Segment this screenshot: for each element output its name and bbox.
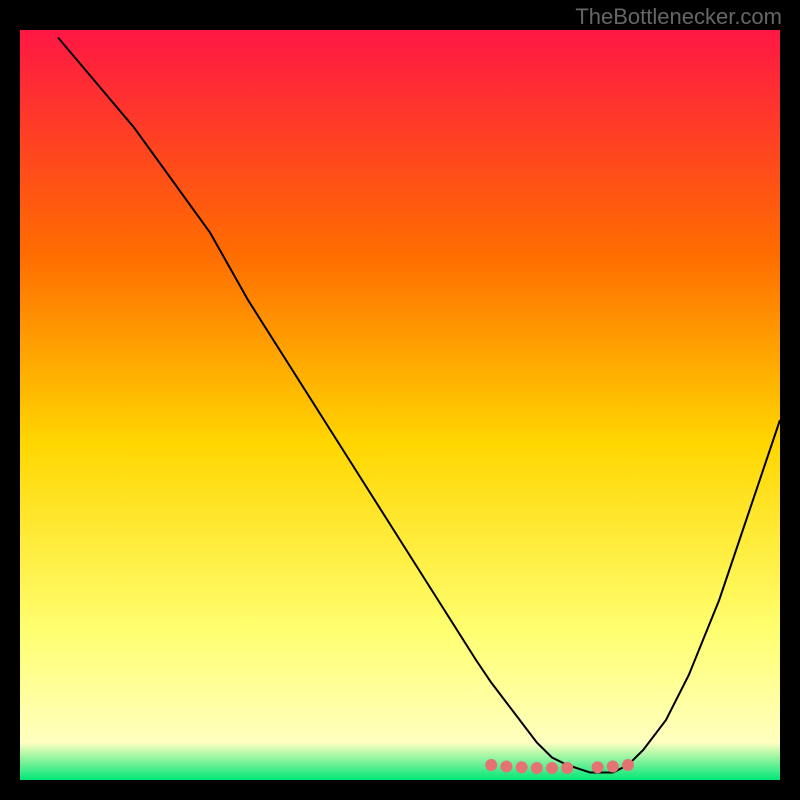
chart-background: [20, 30, 780, 780]
marker-dot: [546, 762, 558, 774]
marker-dot: [500, 761, 512, 773]
marker-dot: [485, 759, 497, 771]
marker-dot: [607, 761, 619, 773]
marker-dot: [531, 762, 543, 774]
marker-dot: [516, 761, 528, 773]
watermark-text: TheBottlenecker.com: [575, 4, 782, 30]
marker-dot: [622, 759, 634, 771]
marker-dot: [561, 762, 573, 774]
marker-dot: [592, 761, 604, 773]
chart-svg: [20, 30, 780, 780]
chart-area: [20, 30, 780, 780]
